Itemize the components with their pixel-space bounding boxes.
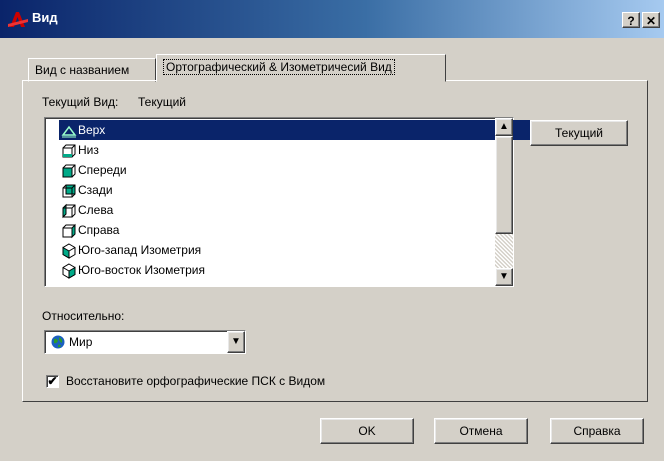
cancel-button[interactable]: Отмена	[434, 418, 528, 444]
close-title-button[interactable]: ✕	[642, 12, 660, 28]
se-iso-icon	[62, 263, 76, 279]
relative-combo[interactable]: Мир ▼	[44, 330, 246, 354]
set-current-button[interactable]: Текущий	[530, 120, 628, 146]
scroll-track[interactable]	[495, 234, 513, 270]
autocad-app-icon	[8, 12, 28, 27]
tab-ortho-iso-label: Ортографический & Изометричесий Вид	[163, 59, 395, 75]
scroll-down-icon[interactable]: ▼	[495, 268, 513, 286]
list-item-label: Низ	[78, 143, 99, 157]
list-item-se-iso[interactable]: Юго-восток Изометрия	[61, 260, 205, 280]
ok-button[interactable]: OK	[320, 418, 414, 444]
tab-named-views[interactable]: Вид с названием	[28, 58, 156, 82]
scroll-thumb[interactable]	[495, 136, 513, 234]
list-item-right[interactable]: Справа	[61, 220, 119, 240]
views-listbox[interactable]: Верх Низ Спереди Сзади Слева Справа Юго-…	[44, 117, 533, 287]
top-view-icon	[61, 125, 77, 138]
left-view-icon	[62, 203, 76, 219]
restore-ucs-checkbox[interactable]: ✔	[46, 375, 59, 388]
view-dialog: Вид ? ✕ Вид с названием Ортографический …	[0, 0, 664, 461]
chevron-down-icon[interactable]: ▼	[227, 331, 245, 353]
list-item-top[interactable]: Верх	[59, 120, 533, 140]
right-view-icon	[62, 223, 76, 239]
current-view-value: Текущий	[138, 95, 186, 109]
window-title: Вид	[32, 10, 58, 25]
restore-ucs-label[interactable]: Восстановите орфографические ПСК с Видом	[66, 374, 325, 388]
list-item-front[interactable]: Спереди	[61, 160, 127, 180]
globe-icon	[51, 335, 65, 349]
list-item-sw-iso[interactable]: Юго-запад Изометрия	[61, 240, 201, 260]
list-item-label: Сзади	[78, 183, 113, 197]
list-item-bottom[interactable]: Низ	[61, 140, 99, 160]
relative-value: Мир	[69, 335, 93, 349]
list-item-left[interactable]: Слева	[61, 200, 113, 220]
list-item-label: Юго-восток Изометрия	[78, 263, 206, 277]
front-view-icon	[62, 164, 76, 178]
title-bar[interactable]: Вид ? ✕	[0, 0, 664, 38]
scroll-up-icon[interactable]: ▲	[495, 118, 513, 136]
sw-iso-icon	[62, 243, 76, 259]
back-view-icon	[62, 184, 76, 198]
help-title-button[interactable]: ?	[622, 12, 640, 28]
list-item-label: Слева	[78, 203, 114, 217]
current-view-label: Текущий Вид:	[42, 95, 119, 109]
bottom-view-icon	[62, 144, 76, 158]
list-item-back[interactable]: Сзади	[61, 180, 113, 200]
list-item-label: Юго-запад Изометрия	[78, 243, 202, 257]
relative-label: Относительно:	[42, 309, 125, 323]
tab-ortho-iso-views[interactable]: Ортографический & Изометричесий Вид	[156, 54, 446, 82]
list-item-label: Справа	[78, 223, 120, 237]
list-item-label: Спереди	[78, 163, 127, 177]
list-item-label: Верх	[78, 123, 106, 137]
list-scrollbar[interactable]: ▲ ▼	[495, 118, 513, 286]
help-button[interactable]: Справка	[550, 418, 644, 444]
